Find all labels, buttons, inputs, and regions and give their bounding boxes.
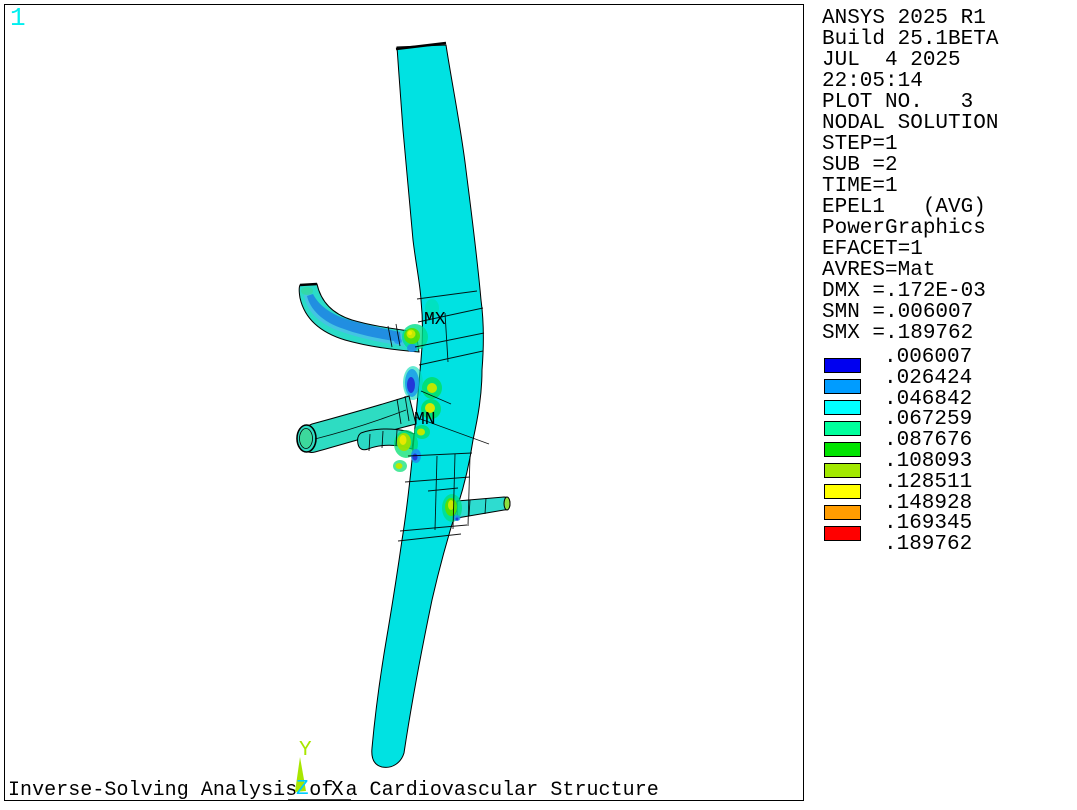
- z-axis-label: Z: [296, 778, 309, 801]
- hotspot-mid-blue: [403, 366, 423, 400]
- x-axis-label: X: [331, 779, 344, 802]
- upper-branch-cap: [300, 284, 317, 285]
- graphics-viewport[interactable]: MX MN Y Z X: [0, 0, 1077, 810]
- mid-branch-open-end-face: [300, 429, 313, 449]
- triad: Y Z X: [288, 739, 351, 802]
- min-node-label: MN: [414, 410, 436, 430]
- hotspot-side-junction: [442, 494, 462, 522]
- max-node-label: MX: [424, 310, 446, 330]
- ansys-graphics-window: { "window": { "number": "1" }, "info_pan…: [0, 0, 1077, 810]
- y-axis-label: Y: [299, 739, 312, 762]
- side-branch-tip: [504, 497, 510, 510]
- side-branch: [457, 497, 510, 518]
- upper-branch-tip-tint: [301, 287, 313, 295]
- vessel-model: MX MN: [297, 43, 510, 767]
